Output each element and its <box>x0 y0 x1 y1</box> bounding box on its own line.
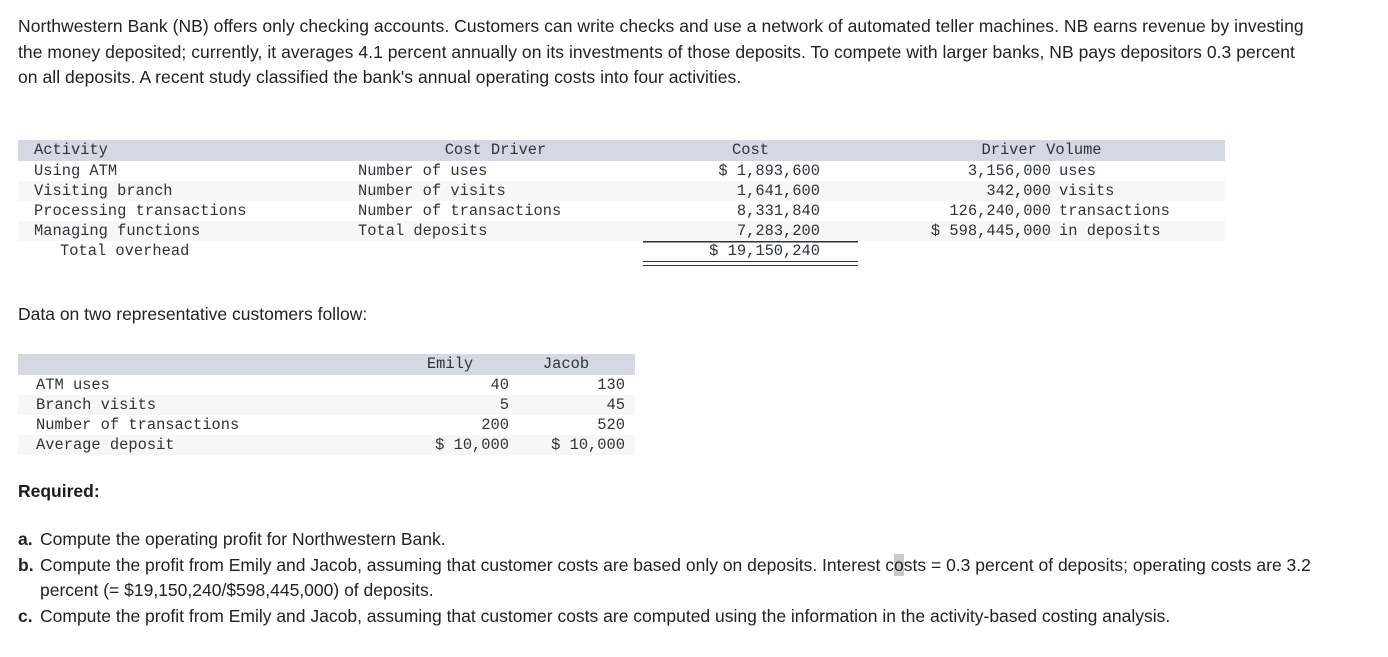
table-row: ATM uses 40 130 <box>18 375 635 395</box>
cell-cost-driver: Number of uses <box>358 162 488 180</box>
header-driver-volume: Driver Volume <box>858 140 1226 161</box>
required-marker-a: a. <box>18 529 33 549</box>
cell-activity: Visiting branch <box>34 182 173 200</box>
required-text-b: Compute the profit from Emily and Jacob,… <box>38 553 1338 604</box>
table-row: Number of transactions 200 520 <box>18 415 635 435</box>
problem-page: Northwestern Bank (NB) offers only check… <box>0 0 1388 626</box>
cell-row-label: Branch visits <box>36 396 157 414</box>
header-activity: Activity <box>18 140 348 161</box>
cell-emily-value: $ 10,000 <box>435 436 509 454</box>
header-emily: Emily <box>403 354 519 375</box>
cell-total-spacer-3 <box>1051 241 1226 261</box>
cell-cost: 8,331,840 <box>736 202 820 220</box>
cell-jacob-value: 520 <box>597 416 625 434</box>
cell-cost: 1,641,600 <box>736 182 820 200</box>
cell-volume-unit: visits <box>1059 182 1115 200</box>
cell-row-label: Average deposit <box>36 436 175 454</box>
cell-volume-unit: uses <box>1059 162 1096 180</box>
required-list: a. Compute the operating profit for Nort… <box>18 527 1338 629</box>
required-text-a: Compute the operating profit for Northwe… <box>40 529 446 549</box>
customer-table-header: Emily Jacob <box>18 354 635 375</box>
activity-table-header: Activity Cost Driver Cost Driver Volume <box>18 140 1226 161</box>
cell-activity: Processing transactions <box>34 202 247 220</box>
customer-table-body: ATM uses 40 130 Branch visits 5 45 Numbe… <box>18 375 635 455</box>
table-header-row: Activity Cost Driver Cost Driver Volume <box>18 140 1226 161</box>
table-row: Branch visits 5 45 <box>18 395 635 415</box>
cell-volume-unit: transactions <box>1059 202 1170 220</box>
mid-paragraph: Data on two representative customers fol… <box>18 304 368 324</box>
cell-emily-value: 200 <box>481 416 509 434</box>
cell-volume: 342,000 <box>986 182 1051 200</box>
table-total-row: Total overhead $ 19,150,240 <box>18 241 1226 266</box>
table-header-row: Emily Jacob <box>18 354 635 375</box>
cell-row-label: ATM uses <box>36 376 110 394</box>
cell-emily-value: 5 <box>499 396 509 414</box>
header-cost-driver: Cost Driver <box>348 140 643 161</box>
table-row: Managing functions Total deposits 7,283,… <box>18 221 1226 241</box>
required-marker-b: b. <box>18 554 34 575</box>
activity-cost-table: Activity Cost Driver Cost Driver Volume … <box>18 140 1226 266</box>
cell-cost-driver: Number of transactions <box>358 202 562 220</box>
required-heading: Required: <box>18 481 100 501</box>
required-marker-c: c. <box>18 605 33 626</box>
required-item-a: a. Compute the operating profit for Nort… <box>18 527 1338 553</box>
cell-volume: 3,156,000 <box>967 162 1051 180</box>
text-cursor-artifact: o <box>894 553 904 576</box>
cell-jacob-value: $ 10,000 <box>551 436 625 454</box>
header-cost: Cost <box>643 140 858 161</box>
header-jacob: Jacob <box>519 354 635 375</box>
cell-jacob-value: 45 <box>606 396 625 414</box>
required-text-b-before: Compute the profit from Emily and Jacob,… <box>40 554 895 575</box>
cell-volume-unit: in deposits <box>1059 222 1161 240</box>
cell-emily-value: 40 <box>490 376 509 394</box>
cell-cost-driver: Number of visits <box>358 182 506 200</box>
required-text-c: Compute the profit from Emily and Jacob,… <box>40 605 1171 626</box>
cell-total-spacer <box>348 241 643 261</box>
required-item-b: b. Compute the profit from Emily and Jac… <box>18 553 1338 604</box>
customer-data-table: Emily Jacob ATM uses 40 130 Branch visit… <box>18 354 635 455</box>
table-row: Visiting branch Number of visits 1,641,6… <box>18 181 1226 201</box>
activity-table-body: Using ATM Number of uses $ 1,893,600 3,1… <box>18 161 1226 266</box>
cell-activity: Managing functions <box>34 222 201 240</box>
cell-cost-driver: Total deposits <box>358 222 488 240</box>
cell-cost: 7,283,200 <box>736 222 820 240</box>
cell-row-label: Number of transactions <box>36 416 240 434</box>
cell-total-spacer-2 <box>858 241 1051 261</box>
cell-volume: 126,240,000 <box>949 202 1051 220</box>
cell-volume: $ 598,445,000 <box>930 222 1051 240</box>
required-item-c: c. Compute the profit from Emily and Jac… <box>18 604 1338 630</box>
cell-jacob-value: 130 <box>597 376 625 394</box>
cell-cost: $ 1,893,600 <box>718 162 820 180</box>
table-row: Processing transactions Number of transa… <box>18 201 1226 221</box>
intro-paragraph: Northwestern Bank (NB) offers only check… <box>18 16 1304 87</box>
cell-total-label: Total overhead <box>18 241 348 261</box>
cell-total-cost: $ 19,150,240 <box>643 241 858 266</box>
table-row: Using ATM Number of uses $ 1,893,600 3,1… <box>18 161 1226 181</box>
table-row: Average deposit $ 10,000 $ 10,000 <box>18 435 635 455</box>
cell-activity: Using ATM <box>34 162 118 180</box>
header-blank <box>18 354 403 375</box>
